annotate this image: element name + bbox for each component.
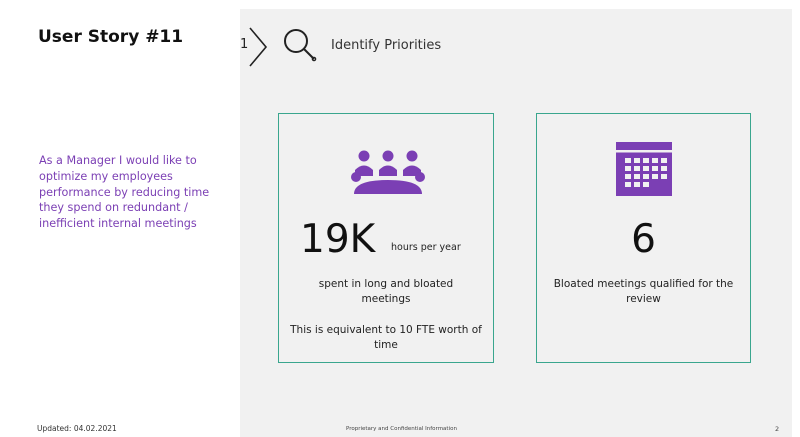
updated-date: Updated: 04.02.2021 bbox=[37, 424, 117, 433]
story-description: As a Manager I would like to optimize my… bbox=[39, 154, 210, 231]
chevron-right-icon bbox=[249, 27, 268, 67]
story-title: User Story #11 bbox=[38, 27, 184, 47]
metric-card-hours: 19K hours per year spent in long and blo… bbox=[278, 113, 494, 363]
hours-note: This is equivalent to 10 FTE worth of ti… bbox=[290, 324, 482, 351]
confidential-notice: Proprietary and Confidential Information bbox=[346, 426, 457, 432]
hours-unit: hours per year bbox=[391, 242, 461, 253]
meetings-description: Bloated meetings qualified for the revie… bbox=[553, 278, 734, 305]
meeting-group-icon bbox=[351, 150, 425, 194]
metric-card-meetings: 6 Bloated meetings qualified for the rev… bbox=[536, 113, 751, 363]
page-number: 2 bbox=[775, 425, 780, 433]
calendar-icon bbox=[616, 142, 672, 196]
story-panel: User Story #11 As a Manager I would like… bbox=[0, 0, 240, 437]
step-label: Identify Priorities bbox=[331, 38, 442, 53]
hours-value: 19K bbox=[300, 217, 376, 262]
hours-description: spent in long and bloated meetings bbox=[318, 278, 454, 305]
meetings-value: 6 bbox=[631, 217, 656, 262]
search-icon bbox=[284, 29, 317, 62]
